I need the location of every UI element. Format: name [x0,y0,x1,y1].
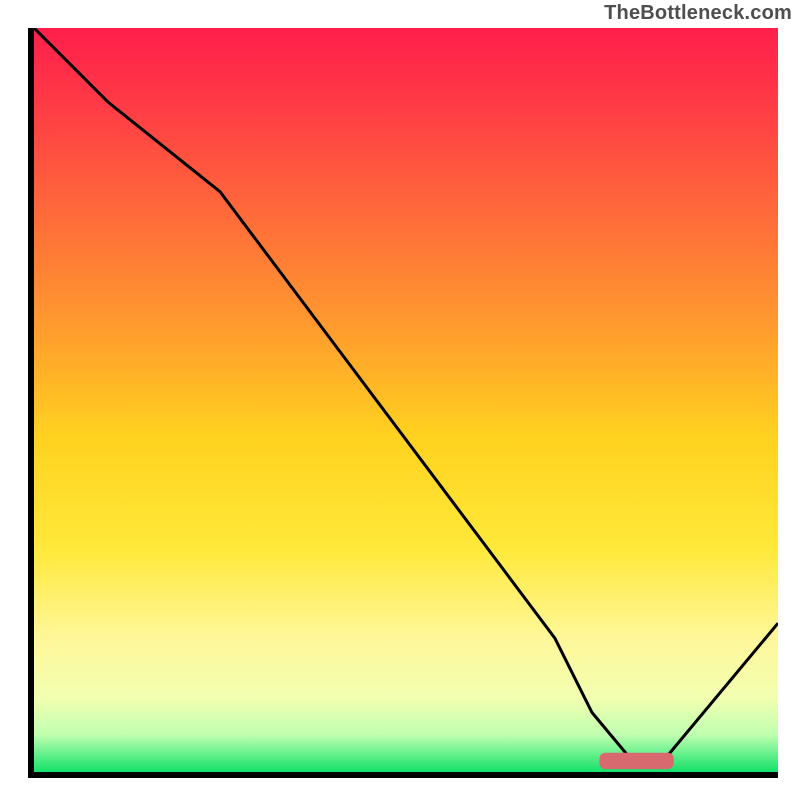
chart-container: TheBottleneck.com [0,0,800,800]
plot-frame [28,28,778,778]
gradient-background [34,28,778,772]
plot-area [34,28,778,772]
chart-svg [34,28,778,772]
optimal-marker [599,753,673,769]
watermark-text: TheBottleneck.com [604,2,792,25]
